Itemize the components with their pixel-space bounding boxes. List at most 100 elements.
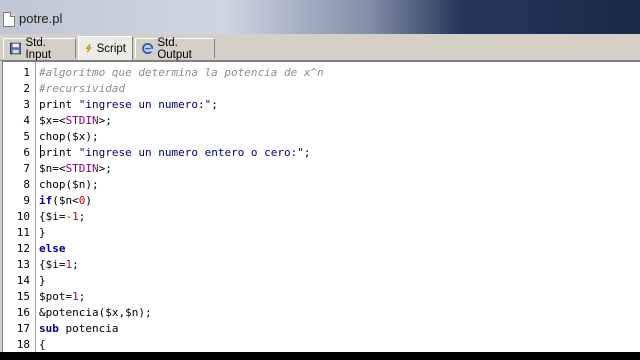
tab-std-input[interactable]: Std. Input [3, 36, 76, 61]
code-line[interactable]: 7 $n=<STDIN>; [3, 161, 639, 177]
code-text: { [39, 337, 46, 352]
code-token: chop($x); [39, 130, 99, 143]
code-text: } [39, 273, 46, 289]
code-token: } [39, 274, 46, 287]
code-token: >; [98, 162, 112, 175]
line-number: 5 [23, 130, 30, 143]
code-line[interactable]: 9 if($n<0) [3, 193, 639, 209]
tab-label: Std. Output [157, 36, 192, 61]
code-line[interactable]: 14} [3, 273, 639, 289]
lightning-icon [85, 44, 92, 53]
code-token: } [39, 226, 46, 239]
line-number: 8 [23, 178, 30, 191]
code-line[interactable]: 13 {$i=1; [3, 257, 639, 273]
tab-script[interactable]: Script [78, 36, 133, 60]
line-number: 4 [23, 114, 30, 127]
code-token: ; [78, 210, 86, 223]
code-text: $x=<STDIN>; [39, 113, 112, 129]
code-token: print [39, 98, 79, 111]
browser-e-icon [142, 43, 154, 54]
code-token: ($n< [52, 194, 79, 207]
code-token: sub [39, 322, 66, 335]
code-line[interactable]: 16 &potencia($x,$n); [3, 305, 639, 321]
code-token: potencia [65, 322, 119, 335]
code-token: if [39, 194, 53, 207]
line-number: 16 [16, 306, 30, 319]
code-text: if($n<0) [39, 193, 92, 209]
code-token: >; [98, 114, 112, 127]
save-icon [10, 42, 22, 55]
code-token: "ingrese un numero entero o cero:" [78, 146, 304, 159]
tab-std-output[interactable]: Std. Output [135, 36, 215, 61]
code-token: 1 [72, 290, 79, 303]
code-token: $n=< [39, 162, 66, 175]
code-line[interactable]: 18 { [3, 337, 639, 352]
code-token: {$i= [39, 258, 66, 271]
code-line[interactable]: 5 chop($x); [3, 129, 639, 145]
code-token: {$i= [39, 210, 66, 223]
line-number: 2 [23, 82, 30, 95]
line-number: 1 [23, 66, 30, 79]
line-number: 13 [16, 258, 30, 271]
line-number: 15 [16, 290, 30, 303]
title-bar[interactable]: potre.pl [0, 0, 640, 34]
tab-label: Std. Input [25, 36, 52, 61]
code-text: $n=<STDIN>; [39, 161, 112, 177]
editor-window: potre.pl Std. Input Script Std. Output 1… [0, 0, 640, 352]
code-line[interactable]: 2 #recursividad [3, 81, 639, 97]
code-line[interactable]: 8 chop($n); [3, 177, 639, 193]
code-text: {$i=1; [39, 257, 79, 273]
code-token: "ingrese un numero:" [78, 98, 212, 111]
line-number: 11 [16, 226, 30, 239]
code-token: ) [85, 194, 92, 207]
line-number: 14 [16, 274, 30, 287]
code-token: ; [303, 146, 311, 159]
code-text: print "ingrese un numero:"; [39, 97, 218, 113]
code-text: #algoritmo que determina la potencia de … [39, 65, 324, 81]
code-token: #recursividad [39, 82, 126, 95]
code-token: ; [211, 98, 218, 111]
code-token: print [39, 146, 79, 159]
line-number: 7 [23, 162, 30, 175]
code-text: &potencia($x,$n); [39, 305, 152, 321]
code-token: chop($n); [39, 178, 99, 191]
code-token: #algoritmo que determina la potencia de … [39, 66, 324, 79]
code-line[interactable]: 17 sub potencia [3, 321, 639, 337]
code-line[interactable]: 12 else [3, 241, 639, 257]
document-icon [3, 12, 15, 27]
line-number: 18 [16, 338, 30, 351]
code-line[interactable]: 15 $pot=1; [3, 289, 639, 305]
code-token: STDIN [65, 114, 99, 127]
code-token: else [39, 242, 66, 255]
code-token: { [39, 338, 46, 351]
code-token: $pot= [39, 290, 73, 303]
code-line[interactable]: 4 $x=<STDIN>; [3, 113, 639, 129]
line-number: 12 [16, 242, 30, 255]
line-number: 10 [16, 210, 30, 223]
code-token: -1 [65, 210, 79, 223]
line-number: 17 [16, 322, 30, 335]
line-number: 9 [23, 194, 30, 207]
code-text: #recursividad [39, 81, 125, 97]
code-line[interactable]: 11} [3, 225, 639, 241]
code-text: {$i=-1; [39, 209, 85, 225]
code-token: &potencia($x,$n); [39, 306, 152, 319]
code-line[interactable]: 10 {$i=-1; [3, 209, 639, 225]
code-line[interactable]: 1 #algoritmo que determina la potencia de… [3, 65, 639, 81]
code-line[interactable]: 3 print "ingrese un numero:"; [3, 97, 639, 113]
code-text: sub potencia [39, 321, 118, 337]
code-token: STDIN [65, 162, 99, 175]
code-text: } [39, 225, 46, 241]
tab-label: Script [96, 42, 126, 55]
code-token: $x=< [39, 114, 66, 127]
code-line[interactable]: 6 print "ingrese un numero entero o cero:… [3, 145, 639, 161]
code-text: print "ingrese un numero entero o cero:"… [39, 145, 311, 161]
line-number: 6 [23, 146, 30, 159]
code-text: chop($n); [39, 177, 99, 193]
code-editor[interactable]: 1 #algoritmo que determina la potencia de… [2, 61, 640, 352]
tab-strip: Std. Input Script Std. Output [0, 36, 640, 61]
code-token: ; [72, 258, 79, 271]
code-text: else [39, 241, 66, 257]
line-number: 3 [23, 98, 30, 111]
code-token: ; [78, 290, 86, 303]
